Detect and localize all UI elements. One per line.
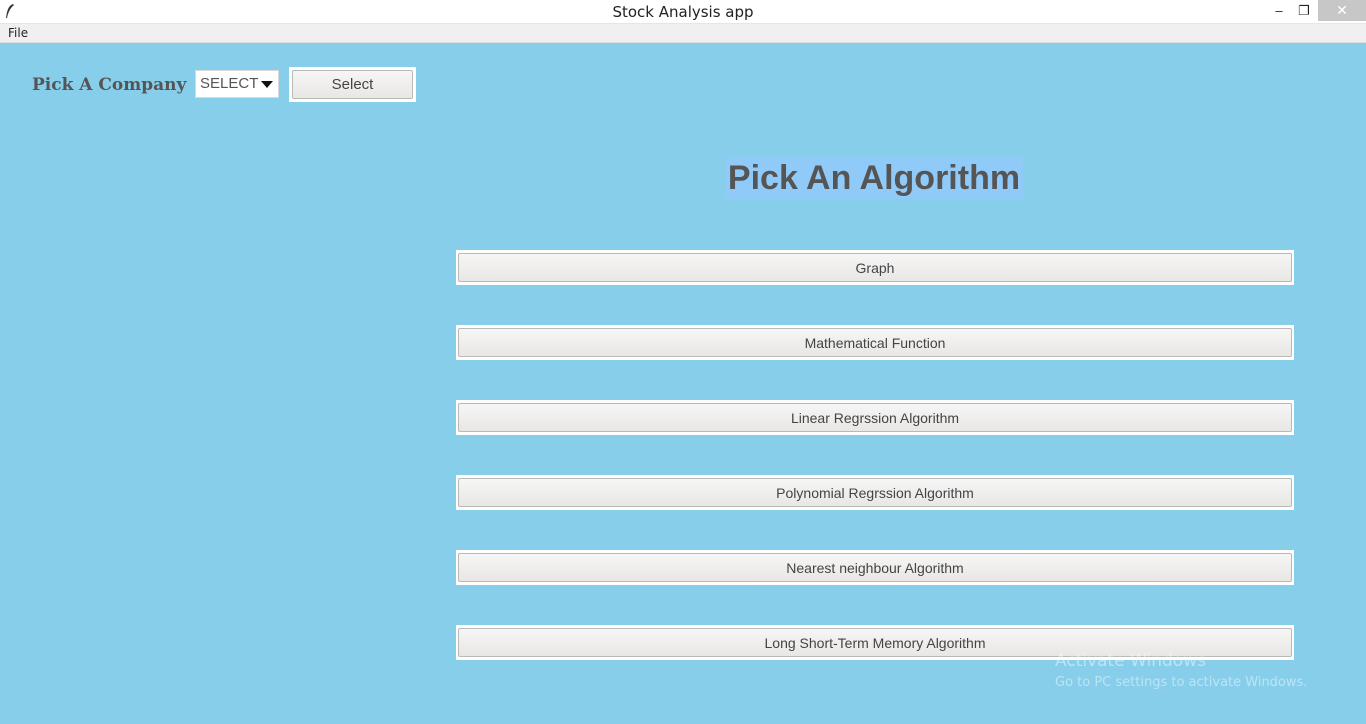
algo-frame-knn: Nearest neighbour Algorithm — [456, 550, 1294, 585]
company-dropdown-value: SELECT — [200, 75, 259, 92]
algo-frame-polynomial: Polynomial Regrssion Algorithm — [456, 475, 1294, 510]
algo-frame-linear: Linear Regrssion Algorithm — [456, 400, 1294, 435]
dropdown-arrow-icon — [261, 81, 273, 88]
algorithm-heading: Pick An Algorithm — [725, 157, 1023, 199]
mathematical-function-button[interactable]: Mathematical Function — [458, 328, 1292, 357]
activation-watermark: Activate Windows Go to PC settings to ac… — [1055, 651, 1307, 690]
pick-company-label: Pick A Company — [32, 75, 187, 95]
menu-file[interactable]: File — [8, 26, 28, 40]
minimize-button[interactable]: – — [1268, 0, 1290, 21]
polynomial-regression-button[interactable]: Polynomial Regrssion Algorithm — [458, 478, 1292, 507]
graph-button[interactable]: Graph — [458, 253, 1292, 282]
company-dropdown[interactable]: SELECT — [195, 70, 279, 98]
select-button-frame: Select — [289, 67, 416, 102]
watermark-title: Activate Windows — [1055, 651, 1206, 671]
maximize-button[interactable]: ❐ — [1293, 0, 1315, 21]
algo-frame-math: Mathematical Function — [456, 325, 1294, 360]
nearest-neighbour-button[interactable]: Nearest neighbour Algorithm — [458, 553, 1292, 582]
select-button[interactable]: Select — [292, 70, 413, 99]
algo-frame-graph: Graph — [456, 250, 1294, 285]
linear-regression-button[interactable]: Linear Regrssion Algorithm — [458, 403, 1292, 432]
watermark-subtitle: Go to PC settings to activate Windows. — [1055, 675, 1308, 690]
menu-bar: File — [0, 24, 1366, 43]
close-button[interactable]: ✕ — [1318, 0, 1366, 21]
title-bar: Stock Analysis app – ❐ ✕ — [0, 0, 1366, 24]
window-title: Stock Analysis app — [612, 3, 754, 21]
